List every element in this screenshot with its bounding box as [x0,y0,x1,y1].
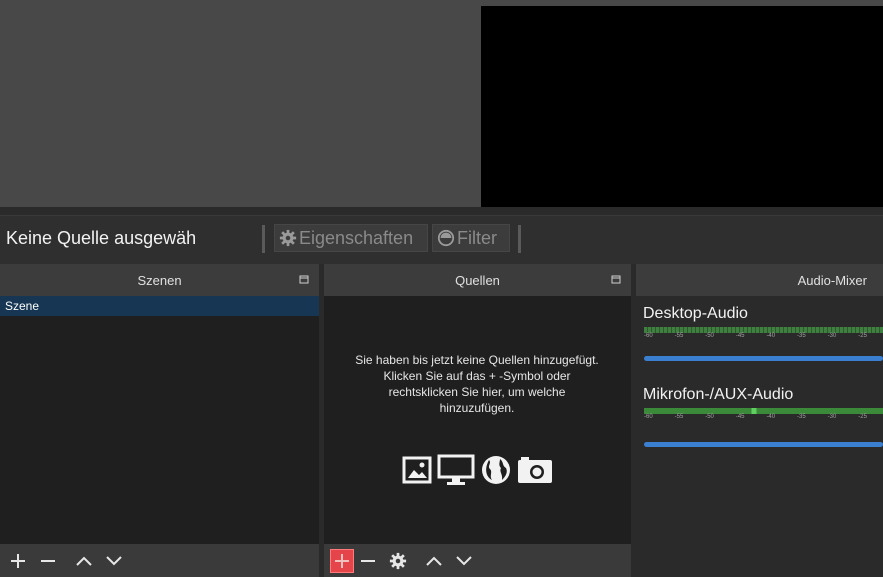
tick-label: -35 [797,414,806,420]
chevron-down-icon [106,555,122,565]
remove-scene-button[interactable] [36,549,60,573]
no-source-label: Keine Quelle ausgewäh [6,228,197,248]
toolbar-divider [518,225,521,253]
properties-label: Eigenschaften [299,227,414,248]
tick-label: -45 [735,333,745,339]
desktop-audio-scale: -60 -55 -50 -45 -40 -35 -30 -25 [644,333,883,345]
scenes-dock-header: Szenen [0,264,319,296]
tick-label: -40 [766,414,776,420]
tick-label: -25 [858,333,867,339]
tick-label: -60 [644,333,653,339]
gear-icon [389,552,407,569]
chevron-up-icon [426,556,442,566]
mixer-dock-header: Audio-Mixer [636,264,883,296]
tick-label: -40 [766,333,776,339]
filter-label: Filter [457,227,497,248]
scenes-list [0,296,319,544]
tick-label: -60 [644,414,653,420]
chevron-down-icon [456,555,472,565]
move-source-up-button[interactable] [422,549,446,573]
properties-button[interactable]: Eigenschaften [274,224,428,252]
add-source-button[interactable] [330,548,354,573]
plus-icon [11,553,25,568]
scenes-title: Szenen [137,272,182,288]
mic-audio-label: Mikrofon-/AUX-Audio [643,386,794,403]
tick-label: -45 [735,414,745,420]
empty-sources-message: Sie haben bis jetzt keine Quellen hinzug… [355,353,599,415]
move-scene-up-button[interactable] [72,549,96,573]
tick-label: -55 [674,333,684,339]
toolbar-divider [262,225,265,253]
minus-icon [41,559,55,562]
display-icon [437,454,475,485]
sources-toolbar [324,544,631,577]
sources-dock-header: Quellen [324,264,631,296]
chevron-up-icon [76,556,92,566]
gear-icon [279,229,297,247]
camera-icon [518,457,552,483]
desktop-audio-volume-slider[interactable] [644,356,883,361]
minus-icon [361,559,375,562]
globe-icon [482,456,510,484]
move-scene-down-button[interactable] [102,549,126,573]
image-icon [402,456,432,484]
filter-icon [437,229,455,247]
tick-label: -30 [827,333,837,339]
mixer-title: Audio-Mixer [797,272,867,288]
source-properties-button[interactable] [386,549,410,573]
scene-item[interactable]: Szene [0,296,319,316]
sources-title: Quellen [455,272,500,288]
preview-canvas [481,6,883,207]
sources-list[interactable] [324,296,631,544]
tick-label: -55 [674,414,684,420]
mic-audio-scale: -60 -55 -50 -45 -40 -35 -30 -25 [644,414,883,426]
scenes-toolbar [0,544,319,577]
tick-label: -50 [705,414,714,420]
desktop-audio-label: Desktop-Audio [643,305,748,322]
filter-button[interactable]: Filter [432,224,510,252]
plus-icon [335,553,349,568]
source-type-icons [402,450,562,490]
tick-label: -25 [858,414,867,420]
move-source-down-button[interactable] [452,549,476,573]
mic-audio-volume-slider[interactable] [644,442,883,447]
tick-label: -30 [827,414,837,420]
add-scene-button[interactable] [6,549,30,573]
float-icon[interactable] [299,275,309,284]
float-icon[interactable] [611,275,621,284]
tick-label: -50 [705,333,714,339]
tick-label: -35 [797,333,806,339]
remove-source-button[interactable] [356,549,380,573]
